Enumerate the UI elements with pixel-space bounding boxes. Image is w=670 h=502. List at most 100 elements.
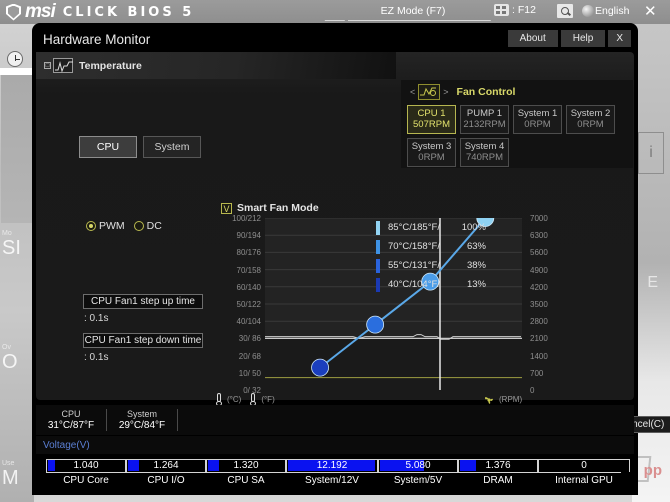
voltage-name: CPU SA — [227, 475, 265, 486]
camera-icon — [494, 4, 509, 16]
screenshot-button[interactable]: : F12 — [494, 4, 536, 16]
fan-name: System 1 — [517, 108, 558, 119]
status-value: 31°C/87°F — [47, 419, 95, 431]
voltage-name: CPU Core — [63, 475, 109, 486]
fan-curve-point-1[interactable] — [366, 315, 385, 334]
fan-rpm: 2132RPM — [463, 119, 506, 130]
voltage-gauge: 0 — [538, 459, 630, 472]
background-item-ov: Ov O — [2, 344, 34, 372]
status-value: 29°C/84°F — [118, 419, 166, 431]
step-up-time-button[interactable]: CPU Fan1 step up time — [83, 294, 203, 309]
tab-cpu[interactable]: CPU — [79, 136, 137, 158]
hardware-monitor-dialog: Hardware Monitor About Help X □ Temperat… — [33, 24, 670, 494]
chart-y-tick: 50/122 — [236, 300, 261, 309]
legend-color-swatch — [376, 277, 380, 292]
background-item-large: SI — [2, 237, 21, 259]
chart-y-tick: 10/ 50 — [238, 368, 261, 378]
fan-button-system3[interactable]: System 3 0RPM — [407, 138, 456, 167]
voltage-name: System/5V — [393, 475, 443, 486]
fan-control-title: Fan Control — [456, 86, 516, 98]
chart-rpm-tick: 4200 — [530, 282, 548, 292]
temperature-chart-icon — [53, 58, 73, 73]
background-item-large: M — [2, 467, 19, 489]
fan-rpm: 0RPM — [418, 152, 445, 163]
legend-temp: 55°C/131°F/ — [388, 260, 440, 271]
fan-button-system2[interactable]: System 2 0RPM — [566, 105, 615, 134]
smart-fan-mode-checkbox[interactable]: V — [221, 202, 232, 214]
chart-legend: 85°C/185°F/ 100% 70°C/158°F/ 63% 55°C/13… — [376, 218, 496, 294]
watermark-text: pp — [643, 462, 662, 479]
monitor-content: □ Temperature CPU System < > Fan Control… — [36, 52, 670, 433]
chart-y-tick: 40/104 — [236, 317, 261, 327]
fan-button-cpu1[interactable]: CPU 1 507RPM — [407, 105, 456, 134]
radio-pwm[interactable] — [86, 221, 96, 231]
search-icon[interactable] — [557, 4, 573, 18]
temperature-header: □ Temperature — [44, 58, 142, 73]
close-icon[interactable]: ✕ — [644, 3, 657, 20]
voltage-cell: 1.376 DRAM — [458, 459, 538, 489]
tab-system[interactable]: System — [143, 136, 201, 158]
legend-temp: 70°C/158°F/ — [388, 241, 440, 252]
prev-arrow-icon[interactable]: < — [410, 87, 415, 97]
celsius-unit-label: (°C) — [227, 395, 242, 404]
ez-mode-button[interactable]: EZ Mode (F7) — [348, 2, 478, 21]
step-up-time-value: : 0.1s — [84, 313, 109, 324]
status-system: System 29°C/84°F — [107, 409, 177, 432]
fahrenheit-unit-label: (°F) — [261, 395, 275, 404]
legend-color-swatch — [376, 258, 380, 273]
legend-temp: 40°C/104°F/ — [388, 279, 440, 290]
globe-icon[interactable] — [582, 5, 594, 17]
voltage-value: 5.080 — [405, 460, 431, 471]
voltage-gauge: 1.376 — [458, 459, 538, 472]
close-button[interactable]: X — [608, 30, 631, 47]
breadcrumb: < > Fan Control — [401, 80, 633, 100]
legend-percent: 63% — [466, 241, 486, 252]
chart-rpm-tick: 1400 — [530, 351, 548, 361]
chart-y-tick: 100/212 — [232, 214, 261, 223]
chart-y-tick: 80/176 — [236, 248, 261, 258]
voltage-bars: 1.040 CPU Core 1.264 CPU I/O 1.320 CPU SA 12.1… — [36, 454, 634, 494]
status-key: System — [126, 408, 157, 419]
fan-blade-icon — [483, 393, 495, 405]
legend-temp: 85°C/185°F/ — [388, 222, 440, 233]
fan-name: PUMP 1 — [466, 108, 503, 119]
background-item-use: Use M — [2, 460, 34, 488]
chart-rpm-tick: 2100 — [530, 334, 548, 344]
radio-dc-label: DC — [146, 220, 162, 232]
voltage-value: 1.376 — [485, 460, 511, 471]
voltage-gauge: 1.264 — [126, 459, 206, 472]
voltage-cell: 1.040 CPU Core — [46, 459, 126, 489]
fan-rpm: 740RPM — [466, 152, 503, 163]
chart-rpm-tick: 700 — [530, 368, 544, 378]
chart-rpm-tick: 3500 — [530, 300, 548, 309]
voltage-cell: 1.320 CPU SA — [206, 459, 286, 489]
collapse-icon[interactable]: □ — [44, 62, 51, 69]
fan-button-pump1[interactable]: PUMP 1 2132RPM — [460, 105, 509, 134]
chart-rpm-tick: 7000 — [530, 214, 548, 223]
chart-y-tick: 60/140 — [236, 282, 261, 292]
radio-dc[interactable] — [133, 221, 144, 231]
about-button[interactable]: About — [507, 30, 558, 47]
chart-y-tick: 30/ 86 — [238, 334, 261, 344]
smart-fan-mode-row: V Smart Fan Mode — [221, 202, 319, 214]
legend-percent: 13% — [466, 279, 486, 290]
legend-item: 85°C/185°F/ 100% — [376, 218, 496, 237]
help-button[interactable]: Help — [560, 30, 606, 47]
voltage-name: System/12V — [305, 475, 359, 486]
voltage-cell: 0 Internal GPU — [538, 459, 630, 489]
background-item-large: O — [2, 351, 18, 373]
voltage-name: DRAM — [483, 475, 513, 486]
background-block — [1, 75, 33, 223]
next-arrow-icon[interactable]: > — [443, 87, 448, 97]
step-down-time-button[interactable]: CPU Fan1 step down time — [83, 333, 203, 348]
smart-fan-mode-label: Smart Fan Mode — [237, 202, 319, 214]
background-item-mo: Mo SI — [2, 230, 34, 258]
fan-curve-point-0[interactable] — [311, 358, 329, 377]
fan-button-system4[interactable]: System 4 740RPM — [460, 138, 509, 167]
legend-color-swatch — [376, 220, 380, 235]
language-label[interactable]: English — [595, 5, 629, 17]
fan-button-system1[interactable]: System 1 0RPM — [513, 105, 562, 134]
voltage-gauge: 5.080 — [378, 459, 458, 472]
top-bar: msi CLICK BIOS 5 EZ Mode (F7) : F12 Engl… — [0, 0, 670, 24]
status-key: CPU — [61, 408, 81, 419]
